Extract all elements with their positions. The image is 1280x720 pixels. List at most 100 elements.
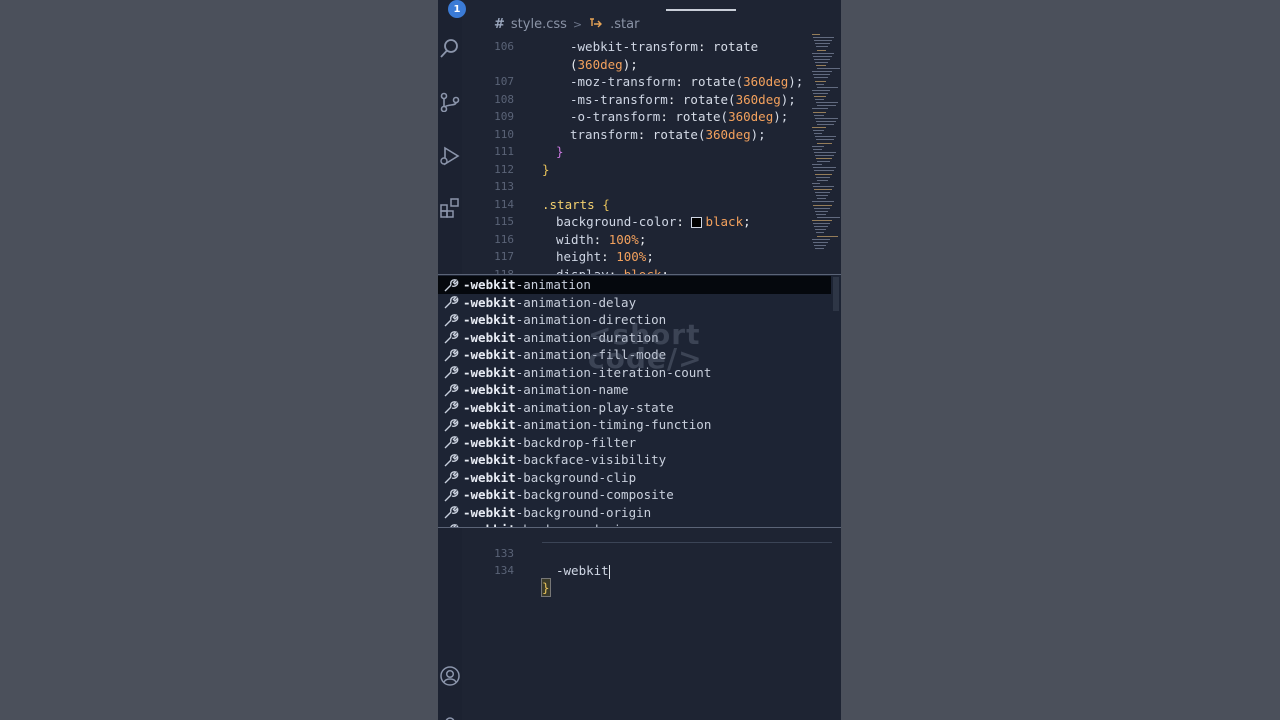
minimap-line (814, 114, 824, 116)
code-token: : (660, 109, 676, 124)
minimap-line (815, 43, 830, 45)
autocomplete-item[interactable]: -webkit -animation-delay (438, 294, 831, 312)
autocomplete-item[interactable]: -webkit -background-origin (438, 504, 831, 522)
autocomplete-item[interactable]: -webkit -animation-name (438, 381, 831, 399)
line-number: 113 (494, 180, 514, 193)
code-token: ; (743, 214, 751, 229)
autocomplete-item[interactable]: -webkit -animation-play-state (438, 399, 831, 417)
breadcrumb-file[interactable]: style.css (511, 17, 567, 32)
code-editor[interactable]: 106 -webkit-transform: rotate (360deg); 107… (462, 36, 812, 282)
extensions-icon[interactable] (440, 198, 460, 218)
wrench-icon (444, 296, 459, 309)
breadcrumb-symbol[interactable]: .star (610, 17, 639, 32)
code-token: -ms-transform (570, 91, 668, 107)
minimap-line (815, 80, 826, 82)
minimap-line (812, 238, 830, 240)
line-number: 110 (494, 127, 514, 141)
autocomplete-match: -webkit (463, 364, 516, 380)
autocomplete-item[interactable]: -webkit -backface-visibility (438, 451, 831, 469)
minimap-line (816, 65, 826, 66)
code-token: -moz-transform (570, 74, 676, 89)
settings-icon[interactable] (440, 712, 460, 720)
autocomplete-item[interactable]: -webkit -background-composite (438, 486, 831, 504)
line-number: 114 (494, 197, 514, 211)
wrench-icon (444, 383, 459, 397)
autocomplete-label: -animation (515, 277, 591, 293)
minimap-line (817, 198, 826, 200)
active-tab-indicator (666, 9, 736, 11)
line-number: 108 (494, 92, 514, 106)
minimap-line (813, 37, 834, 39)
code-token: rotate( (652, 126, 706, 142)
code-token: ); (773, 109, 789, 124)
autocomplete-label: -animation-name (515, 382, 629, 398)
search-icon[interactable] (440, 38, 460, 58)
code-token: 360deg (577, 56, 623, 72)
minimap-line (813, 130, 824, 132)
minimap-line (814, 96, 826, 97)
wrench-icon (444, 506, 459, 519)
code-editor-lower[interactable]: 133 -webkit 134 } (462, 528, 841, 720)
code-token: rotate( (682, 91, 736, 107)
code-text: transform: rotate(360deg); (570, 126, 766, 143)
minimap-line (814, 133, 822, 135)
background-left (0, 0, 438, 720)
wrench-icon (444, 453, 459, 467)
wrench-icon (444, 313, 459, 327)
code-token: : (593, 231, 609, 247)
minimap-line (815, 154, 834, 156)
code-token: height (556, 249, 602, 264)
minimap-line (817, 179, 828, 181)
notification-badge: 1 (448, 0, 466, 18)
minimap-line (812, 182, 820, 184)
autocomplete-item[interactable]: -webkit -background-clip (438, 469, 831, 487)
autocomplete-item[interactable]: -webkit -animation (438, 276, 831, 294)
typed-text: -webkit (556, 563, 609, 578)
code-line: (360deg); (462, 56, 812, 73)
code-token: ; (638, 231, 647, 247)
autocomplete-scrollbar[interactable] (833, 277, 839, 311)
minimap-line (814, 170, 834, 172)
code-token: { (602, 196, 610, 212)
autocomplete-match: -webkit (463, 347, 516, 363)
minimap-line (814, 58, 830, 60)
run-debug-icon[interactable] (440, 146, 460, 166)
code-token: : (601, 249, 617, 264)
autocomplete-match: -webkit (463, 329, 516, 345)
code-text: } (541, 578, 551, 597)
code-token: rotate( (675, 109, 729, 124)
minimap-line (815, 210, 828, 212)
minimap-line (816, 139, 834, 141)
code-token: black (705, 214, 744, 229)
autocomplete-item[interactable]: -webkit-background-size (438, 521, 831, 527)
minimap-line (814, 207, 830, 209)
line-number: 115 (494, 215, 514, 228)
minimap-line (812, 201, 834, 203)
line-number: 112 (494, 162, 514, 176)
minimap-line (813, 55, 832, 57)
minimap-line (812, 108, 828, 110)
autocomplete-item[interactable]: -webkit -animation-timing-function (438, 416, 831, 434)
minimap-line (816, 83, 824, 85)
minimap-line (815, 247, 824, 249)
minimap[interactable] (812, 34, 840, 256)
autocomplete-match: -webkit (463, 469, 516, 485)
minimap-line (812, 71, 832, 73)
code-token: transform (570, 126, 638, 142)
minimap-line (814, 189, 832, 190)
autocomplete-item[interactable]: -webkit -backdrop-filter (438, 434, 831, 452)
selector-icon (590, 18, 603, 28)
minimap-line (815, 229, 826, 231)
account-icon[interactable] (440, 666, 460, 686)
minimap-line (817, 216, 840, 218)
code-line: 113 (462, 178, 812, 195)
minimap-line (813, 204, 832, 206)
source-control-icon[interactable] (440, 92, 460, 112)
line-number: 116 (494, 232, 514, 246)
code-token: width (556, 231, 594, 247)
minimap-line (812, 89, 830, 91)
code-token: ( (570, 56, 578, 72)
code-text: .starts { (542, 196, 610, 213)
css-file-icon: # (494, 16, 505, 32)
wrench-icon (444, 401, 459, 414)
